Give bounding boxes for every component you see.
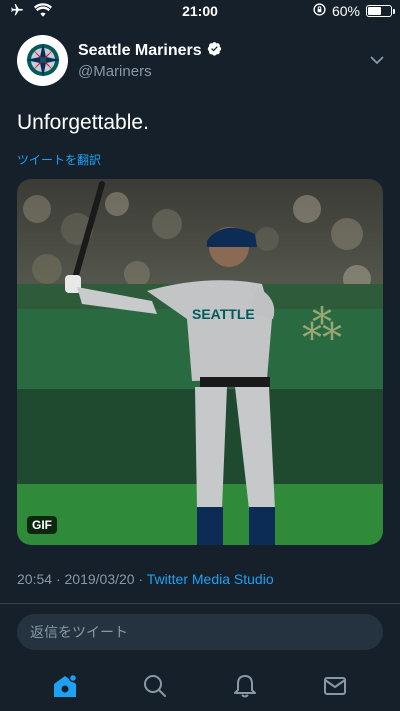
- avatar[interactable]: [17, 34, 68, 86]
- notifications-icon[interactable]: [225, 666, 265, 706]
- jersey-text: SEATTLE: [192, 306, 255, 322]
- name-row: Seattle Mariners: [78, 41, 367, 61]
- tab-bar: [0, 660, 400, 711]
- svg-text:⁂: ⁂: [302, 303, 342, 349]
- display-name[interactable]: Seattle Mariners: [78, 42, 202, 60]
- tweet-meta: 20:54 · 2019/03/20 · Twitter Media Studi…: [17, 571, 274, 587]
- battery-percent: 60%: [331, 3, 360, 19]
- meta-separator-2: ·: [138, 571, 144, 587]
- chevron-down-icon[interactable]: [367, 50, 387, 70]
- account-names: Seattle Mariners @Mariners: [78, 41, 367, 80]
- battery-icon: [366, 5, 395, 17]
- home-icon[interactable]: [45, 666, 85, 706]
- gif-badge: GIF: [27, 516, 57, 534]
- airplane-icon: [8, 3, 26, 20]
- search-icon[interactable]: [135, 666, 175, 706]
- battery-fill: [368, 7, 382, 15]
- messages-icon[interactable]: [315, 666, 355, 706]
- tweet-time: 20:54: [17, 571, 53, 587]
- orientation-lock-icon: [313, 3, 326, 19]
- handle[interactable]: @Mariners: [78, 63, 367, 80]
- meta-separator-1: ·: [55, 571, 61, 587]
- tweet-source-link[interactable]: Twitter Media Studio: [147, 571, 274, 587]
- tweet-text: Unforgettable.: [17, 111, 149, 134]
- mariners-logo: [25, 43, 60, 77]
- wifi-icon: [34, 2, 52, 20]
- tweet-header: Seattle Mariners @Mariners: [17, 34, 387, 86]
- status-right: 60%: [313, 3, 395, 19]
- translate-link[interactable]: ツイートを翻訳: [17, 151, 101, 168]
- reply-input[interactable]: 返信をツイート: [17, 614, 383, 650]
- verified-icon: [207, 41, 222, 61]
- tweet-date: 2019/03/20: [64, 571, 135, 587]
- status-left: [8, 2, 52, 20]
- tweet-media-gif[interactable]: ⁂ SEATTLE GIF: [17, 179, 383, 545]
- divider: [0, 603, 400, 604]
- reply-placeholder: 返信をツイート: [30, 624, 128, 640]
- baseball-player-image: ⁂ SEATTLE: [17, 179, 383, 545]
- status-bar: 21:00 60%: [0, 0, 400, 22]
